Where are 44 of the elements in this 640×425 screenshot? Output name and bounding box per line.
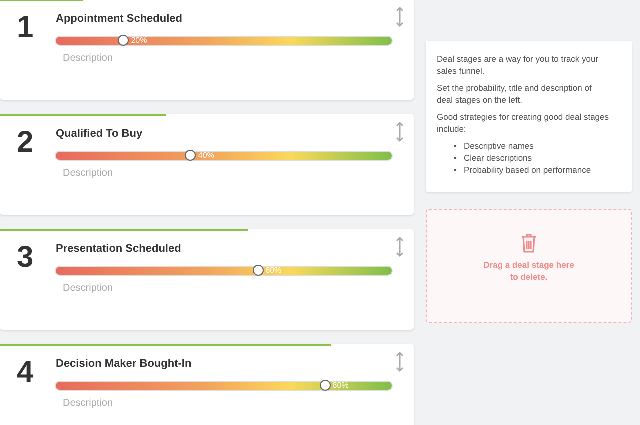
stage-title: Presentation Scheduled [56,243,182,257]
slider-thumb[interactable] [320,380,331,391]
slider-thumb[interactable] [185,150,196,161]
delete-dropzone[interactable]: Drag a deal stage here to delete. [426,209,632,323]
stage-card[interactable]: 3 Presentation Scheduled 60% Description [0,229,414,330]
probability-slider[interactable]: 20% [56,37,392,45]
probability-reading: 80% [332,381,349,391]
probability-reading: 40% [198,151,214,161]
bullet-item: Probability based on performance [464,164,592,176]
info-text: Good strategies for creating good deal stages include: [437,111,610,135]
bullet-item: Descriptive names [464,140,534,152]
drag-handle-icon[interactable] [396,7,404,27]
bullet-marker: • [454,164,458,176]
description-field[interactable]: Description [63,283,183,294]
description-field[interactable]: Description [63,398,183,409]
drag-handle-icon[interactable] [396,122,404,142]
stage-number: 3 [17,243,35,276]
drag-handle-icon[interactable] [396,352,404,372]
trash-icon [521,234,537,253]
bullet-item: Clear descriptions [464,152,532,164]
probability-reading: 60% [266,266,282,276]
description-field[interactable]: Description [63,53,183,64]
stage-card[interactable]: 2 Qualified To Buy 40% Description [0,114,414,215]
stage-title: Qualified To Buy [56,128,144,142]
stage-number: 1 [17,13,35,46]
stage-card[interactable]: 4 Decision Maker Bought-In 80% Description [0,344,414,425]
stage-number: 2 [17,128,35,161]
dropzone-text: Drag a deal stage here to delete. [482,259,576,283]
stage-card[interactable]: 1 Appointment Scheduled 20% Description [0,0,414,100]
description-field[interactable]: Description [63,168,183,179]
probability-slider[interactable]: 40% [56,152,392,160]
probability-slider[interactable]: 80% [56,382,392,390]
info-text: Set the probability, title and description of deal stages on the left. [437,82,593,106]
drag-handle-icon[interactable] [396,237,404,257]
slider-thumb[interactable] [252,265,264,276]
stage-title: Decision Maker Bought-In [56,358,193,372]
probability-slider[interactable]: 60% [56,267,392,275]
slider-thumb[interactable] [118,35,130,46]
info-text: Deal stages are a way for you to track your sales funnel. [437,53,600,77]
probability-reading: 20% [131,36,148,46]
stage-title: Appointment Scheduled [56,13,184,27]
bullet-marker: • [454,152,458,164]
bullet-marker: • [454,140,458,152]
stage-number: 4 [17,358,35,391]
